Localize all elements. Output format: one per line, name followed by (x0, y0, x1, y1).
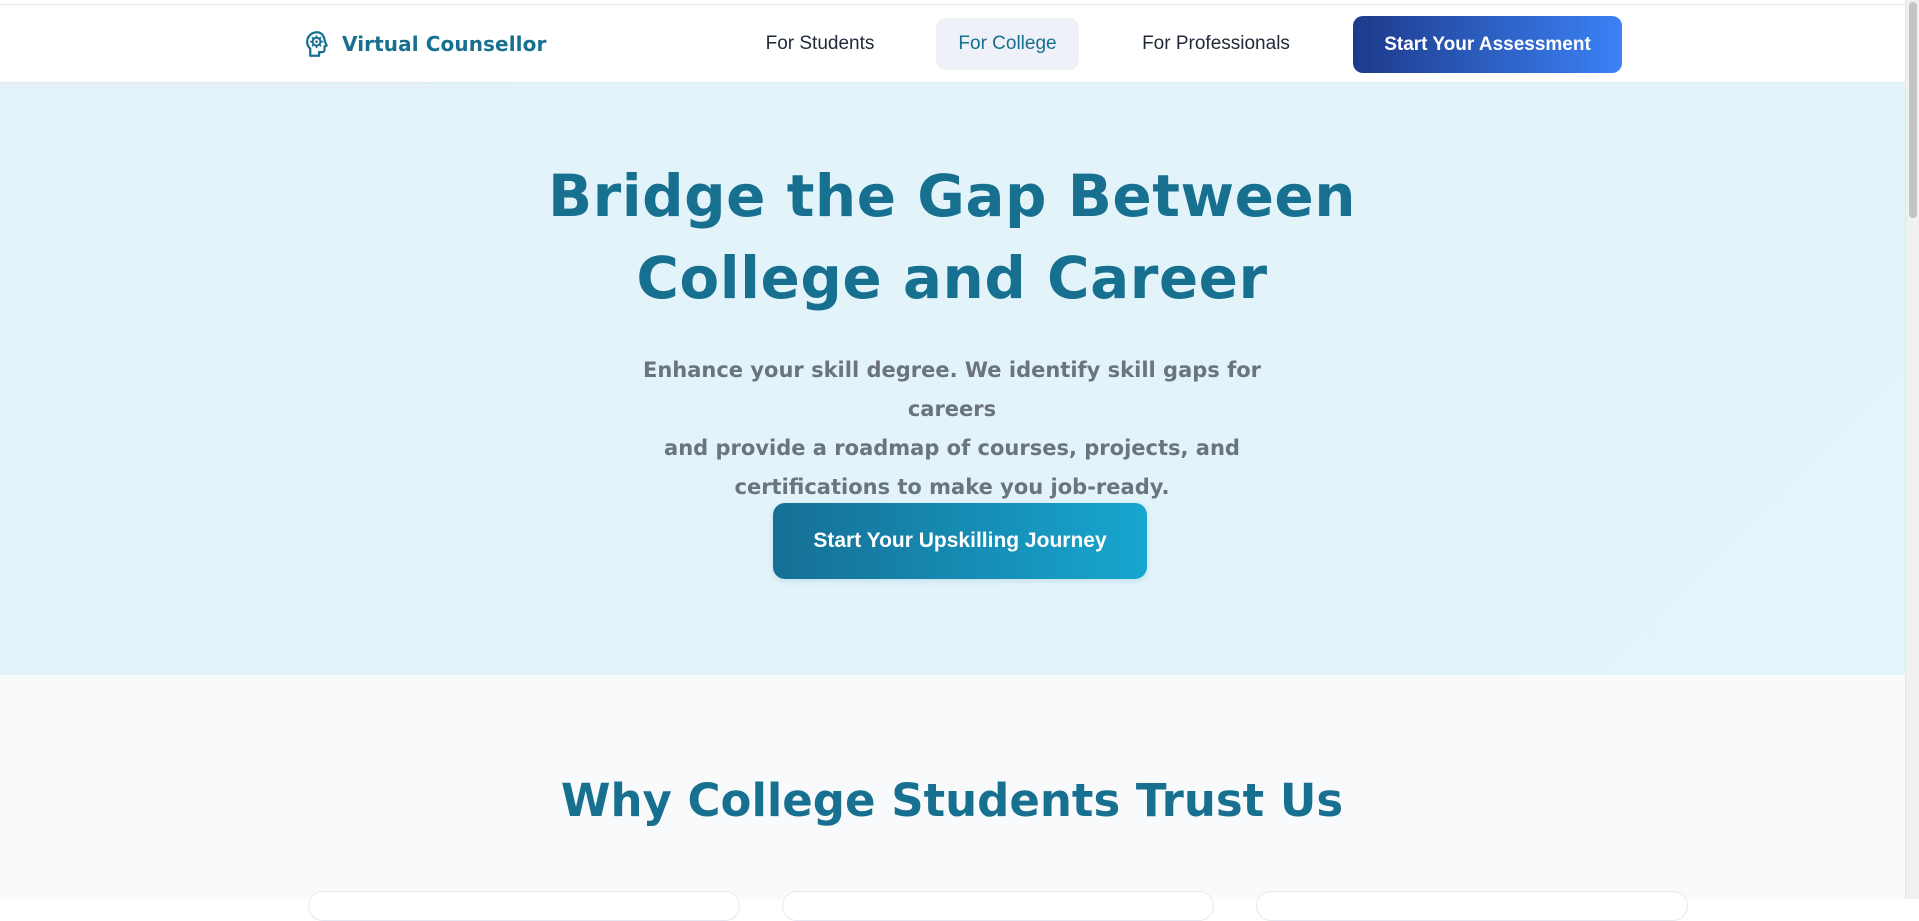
trust-card (782, 891, 1214, 921)
hero-subtitle-line-1: Enhance your skill degree. We identify s… (642, 358, 1261, 421)
vertical-scrollbar[interactable] (1905, 0, 1919, 899)
hero-title: Bridge the Gap Between College and Caree… (452, 155, 1452, 319)
scrollbar-thumb[interactable] (1909, 2, 1917, 218)
hero-section: Bridge the Gap Between College and Caree… (0, 83, 1905, 675)
navbar: Virtual Counsellor For Students For Coll… (0, 5, 1905, 83)
hero-title-line-1: Bridge the Gap Between (547, 162, 1357, 230)
nav-for-professionals[interactable]: For Professionals (1118, 18, 1314, 70)
nav-for-students[interactable]: For Students (745, 18, 895, 70)
brand-name: Virtual Counsellor (342, 32, 547, 56)
nav-for-college[interactable]: For College (936, 18, 1079, 70)
trust-section-title: Why College Students Trust Us (560, 774, 1344, 827)
trust-card (308, 891, 740, 921)
start-assessment-button[interactable]: Start Your Assessment (1353, 16, 1622, 73)
hero-subtitle: Enhance your skill degree. We identify s… (596, 351, 1308, 507)
head-gear-icon (306, 31, 328, 57)
hero-title-line-2: College and Career (636, 244, 1268, 312)
hero-subtitle-line-3: certifications to make you job-ready. (734, 475, 1170, 499)
trust-card (1256, 891, 1688, 921)
hero-subtitle-line-2: and provide a roadmap of courses, projec… (664, 436, 1240, 460)
trust-section: Why College Students Trust Us (0, 675, 1905, 921)
start-upskilling-button[interactable]: Start Your Upskilling Journey (773, 503, 1147, 579)
brand-logo-link[interactable]: Virtual Counsellor (302, 27, 546, 61)
